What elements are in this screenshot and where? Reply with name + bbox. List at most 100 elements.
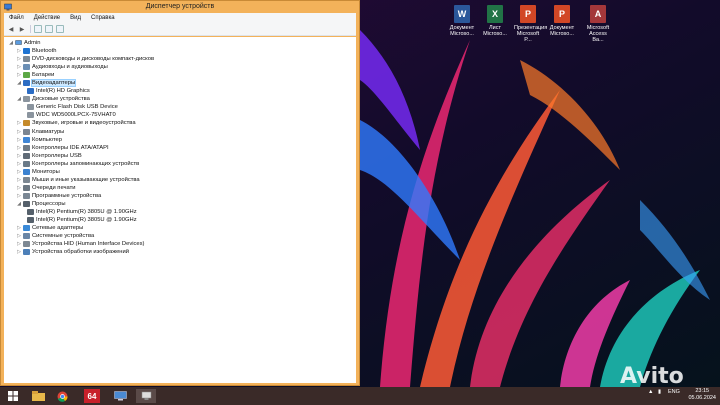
tree-item-label: Устройства HID (Human Interface Devices) <box>32 241 145 248</box>
tree-category[interactable]: ▷ Bluetooth <box>16 47 57 55</box>
tree-item-label: Звуковые, игровые и видеоустройства <box>32 120 136 127</box>
tree-device[interactable]: Intel(R) Pentium(R) 3805U @ 1.90GHz <box>26 216 137 224</box>
taskbar-remote[interactable] <box>110 389 130 403</box>
taskbar-chrome[interactable] <box>52 389 72 403</box>
start-button[interactable] <box>3 389 23 403</box>
tree-root[interactable]: ◢ Admin <box>8 39 40 47</box>
desktop-shortcut[interactable]: A Microsoft Access Ba... <box>584 5 612 43</box>
expand-icon[interactable]: ▷ <box>16 185 22 191</box>
collapse-icon[interactable]: ◢ <box>8 40 14 46</box>
menu-action[interactable]: Действие <box>29 15 65 21</box>
tree-category[interactable]: ◢ Процессоры <box>16 200 66 208</box>
menu-file[interactable]: Файл <box>4 15 29 21</box>
tree-category[interactable]: ▷ Компьютер <box>16 136 62 144</box>
language-indicator[interactable]: ENG <box>668 389 680 395</box>
tree-category[interactable]: ▷ Системные устройства <box>16 232 94 240</box>
tree-category[interactable]: ▷ Устройства HID (Human Interface Devices… <box>16 240 144 248</box>
mouse-icon <box>23 176 30 183</box>
collapse-icon[interactable]: ◢ <box>16 80 22 86</box>
tray-up-arrow-icon[interactable]: ▲ <box>648 389 653 395</box>
folder-icon <box>31 391 45 401</box>
menu-help[interactable]: Справка <box>86 15 120 21</box>
desktop-shortcut[interactable]: X Лист Microso... <box>481 5 509 37</box>
taskbar-device-manager[interactable] <box>136 389 156 403</box>
desktop-shortcut[interactable]: W Документ Microso... <box>448 5 476 37</box>
aida64-label: 64 <box>87 391 97 401</box>
tree-category[interactable]: ◢ Дисковые устройства <box>16 95 90 103</box>
menu-view[interactable]: Вид <box>65 15 86 21</box>
tree-device[interactable]: Intel(R) Pentium(R) 3805U @ 1.90GHz <box>26 208 137 216</box>
tree-item-label: Контроллеры USB <box>32 152 82 159</box>
tree-category[interactable]: ▷ Мыши и иные указывающие устройства <box>16 176 140 184</box>
tree-category[interactable]: ▷ Очереди печати <box>16 184 76 192</box>
tree-category[interactable]: ▷ Контроллеры USB <box>16 152 82 160</box>
network-icon <box>23 225 30 232</box>
tree-category[interactable]: ▷ Программные устройства <box>16 192 101 200</box>
expand-icon[interactable]: ▷ <box>16 64 22 70</box>
tree-device[interactable]: Intel(R) HD Graphics <box>26 87 90 95</box>
tree-device[interactable]: WDC WD5000LPCX-75VHAT0 <box>26 111 116 119</box>
tree-category[interactable]: ▷ Контроллеры IDE ATA/ATAPI <box>16 144 109 152</box>
tree-category[interactable]: ◢ Видеоадаптеры <box>16 79 77 88</box>
taskbar: 64 ▲ ▮ ENG 23:15 05.06.2024 <box>0 387 720 405</box>
desktop-shortcut[interactable]: P Документ Microso... <box>548 5 576 37</box>
tree-item-label: Bluetooth <box>32 48 57 54</box>
tree-category[interactable]: ▷ Контроллеры запоминающих устройств <box>16 160 139 168</box>
collapse-icon[interactable]: ◢ <box>16 201 22 207</box>
tree-category[interactable]: ▷ Звуковые, игровые и видеоустройства <box>16 119 136 127</box>
expand-icon[interactable]: ▷ <box>16 145 22 151</box>
expand-icon[interactable]: ▷ <box>16 48 22 54</box>
disk-icon <box>27 104 34 111</box>
tree-category[interactable]: ▷ Устройства обработки изображений <box>16 248 129 256</box>
tree-item-label: Intel(R) Pentium(R) 3805U @ 1.90GHz <box>36 209 137 215</box>
network-status-icon[interactable]: ▮ <box>658 389 661 395</box>
expand-icon[interactable]: ▷ <box>16 169 22 175</box>
tree-category[interactable]: ▷ DVD-дисководы и дисководы компакт-диско… <box>16 55 154 63</box>
tree-category[interactable]: ▷ Мониторы <box>16 168 60 176</box>
tree-root-label: Admin <box>24 40 41 46</box>
expand-icon[interactable]: ▷ <box>16 161 22 167</box>
properties-icon[interactable] <box>34 25 42 33</box>
tree-category[interactable]: ▷ Батареи <box>16 71 54 79</box>
tree-item-label: Контроллеры IDE ATA/ATAPI <box>32 144 109 151</box>
monitor-icon <box>23 168 30 175</box>
clock[interactable]: 23:15 05.06.2024 <box>688 388 716 402</box>
desktop-shortcut[interactable]: P Презентация Microsoft P... <box>514 5 547 43</box>
expand-icon[interactable]: ▷ <box>16 137 22 143</box>
office-document-icon: X <box>487 5 503 23</box>
expand-icon[interactable]: ▷ <box>16 249 22 255</box>
tree-category[interactable]: ▷ Сетевые адаптеры <box>16 224 83 232</box>
scan-hardware-icon[interactable] <box>56 25 64 33</box>
system-device-icon <box>23 233 30 240</box>
taskbar-explorer[interactable] <box>28 389 48 403</box>
expand-icon[interactable]: ▷ <box>16 56 22 62</box>
expand-icon[interactable]: ▷ <box>16 153 22 159</box>
tree-category[interactable]: ▷ Аудиовходы и аудиовыходы <box>16 63 108 71</box>
device-manager-window: Диспетчер устройств Файл Действие Вид Сп… <box>0 0 360 386</box>
disk-icon <box>23 96 30 103</box>
shortcut-label: Microso... <box>450 31 474 37</box>
office-document-icon: P <box>554 5 570 23</box>
title-bar[interactable]: Диспетчер устройств <box>1 1 359 13</box>
expand-icon[interactable]: ▷ <box>16 225 22 231</box>
expand-icon[interactable]: ▷ <box>16 72 22 78</box>
tree-item-label: Контроллеры запоминающих устройств <box>32 160 140 167</box>
shortcut-label: Microso... <box>483 31 507 37</box>
expand-icon[interactable]: ▷ <box>16 241 22 247</box>
expand-icon[interactable]: ▷ <box>16 120 22 126</box>
collapse-icon[interactable]: ◢ <box>16 96 22 102</box>
shortcut-label: Microso... <box>550 31 574 37</box>
expand-icon[interactable]: ▷ <box>16 129 22 135</box>
office-document-icon: P <box>520 5 536 23</box>
expand-icon[interactable]: ▷ <box>16 233 22 239</box>
expand-icon[interactable]: ▷ <box>16 177 22 183</box>
back-arrow-icon[interactable]: ◀ <box>7 25 15 33</box>
expand-icon[interactable]: ▷ <box>16 193 22 199</box>
tree-item-label: DVD-дисководы и дисководы компакт-дисков <box>32 56 155 63</box>
forward-arrow-icon[interactable]: ▶ <box>18 25 26 33</box>
tree-category[interactable]: ▷ Клавиатуры <box>16 128 64 136</box>
taskbar-aida64[interactable]: 64 <box>84 389 100 403</box>
printer-icon <box>23 184 30 191</box>
help-icon[interactable] <box>45 25 53 33</box>
tree-device[interactable]: Generic Flash Disk USB Device <box>26 103 118 111</box>
